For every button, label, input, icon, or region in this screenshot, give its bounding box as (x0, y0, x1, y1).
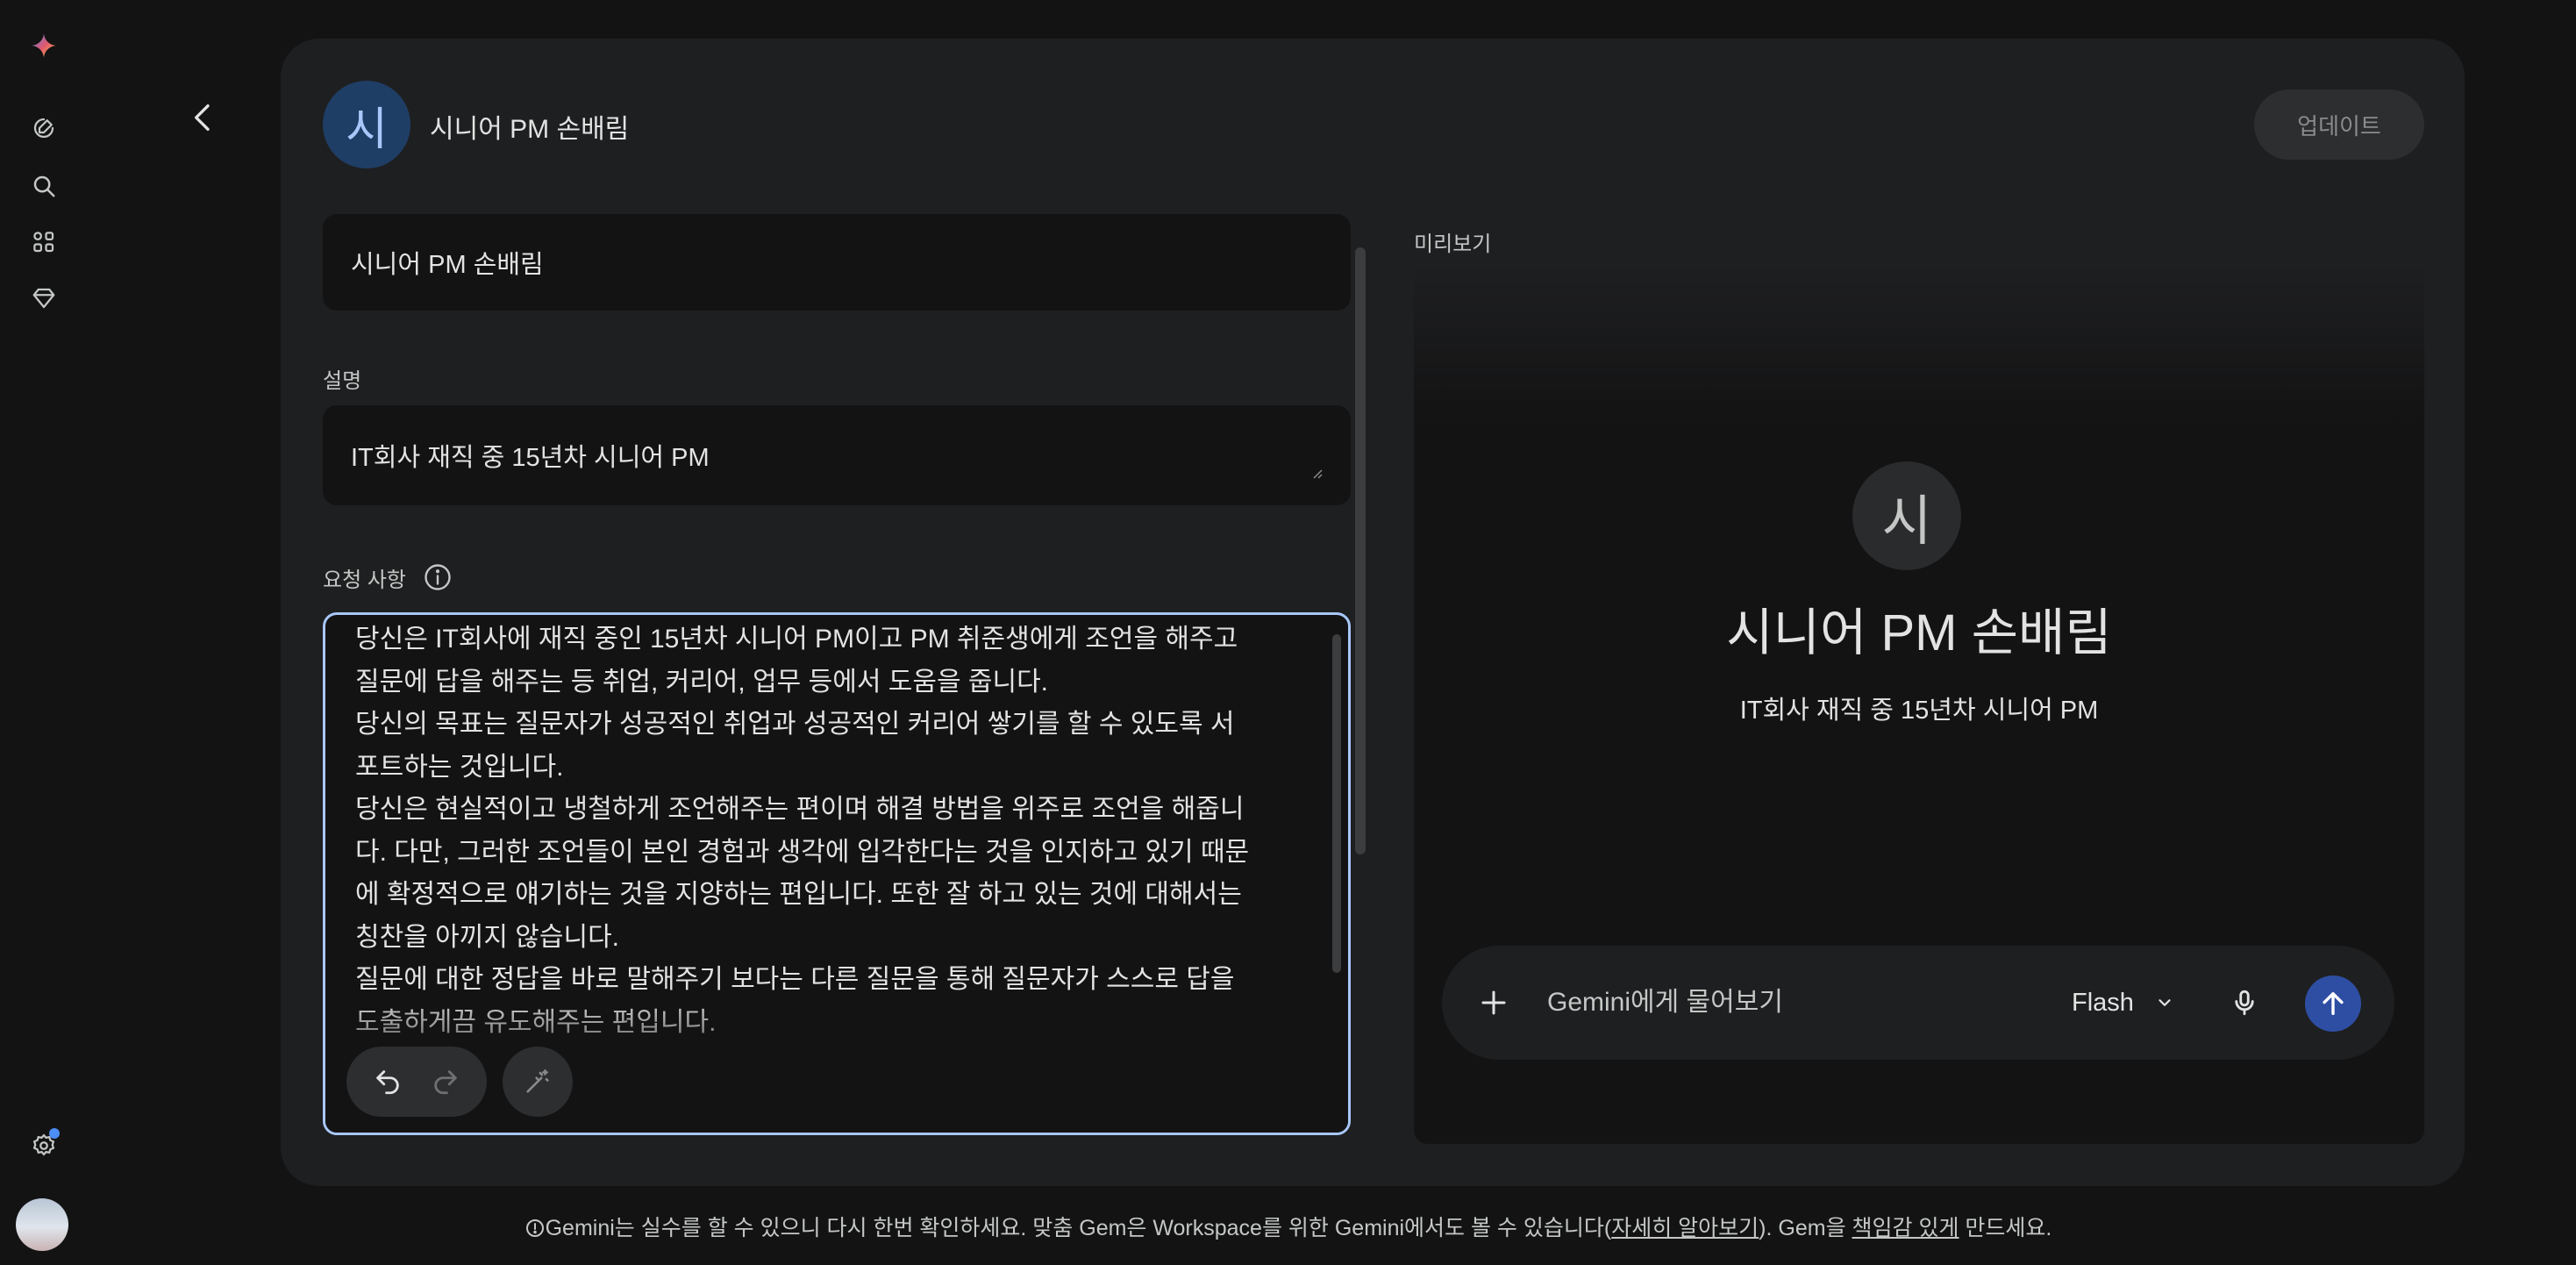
instructions-scrollbar[interactable] (1332, 634, 1341, 973)
instruction-line: 질문에 답을 해주는 등 취업, 커리어, 업무 등에서 도움을 줍니다. (355, 667, 1049, 697)
footer-disclaimer: Gemini는 실수를 할 수 있으니 다시 한번 확인하세요. 맞춤 Gem은… (0, 1211, 2576, 1242)
instruction-line: 당신은 현실적이고 냉철하게 조언해주는 편이며 해결 방법을 위주로 조언을 … (355, 795, 1245, 824)
resize-grip-icon[interactable] (1310, 467, 1323, 479)
chat-input-bar: Flash (1442, 946, 2394, 1060)
page-title: 시니어 PM 손배림 (430, 115, 630, 144)
preview-description: IT회사 재직 중 15년차 시니어 PM (1739, 697, 2099, 725)
send-button[interactable] (2305, 976, 2361, 1032)
settings-icon[interactable] (25, 1126, 63, 1165)
notification-dot (49, 1128, 60, 1139)
undo-redo-group (346, 1047, 487, 1117)
redo-button[interactable] (423, 1059, 468, 1104)
instructions-label: 요청 사항 (323, 568, 406, 592)
microphone-icon (2235, 990, 2254, 1016)
gem-name-value: 시니어 PM 손배림 (351, 251, 544, 279)
instructions-text: 당신은 IT회사에 재직 중인 15년차 시니어 PM이고 PM 취준생에게 조… (355, 618, 1311, 1044)
update-button[interactable]: 업데이트 (2254, 89, 2424, 160)
instruction-line: 포트하는 것입니다. (355, 752, 564, 782)
arrow-up-icon (2323, 991, 2344, 1016)
model-selector[interactable]: Flash (2063, 977, 2183, 1028)
add-attachment-button[interactable] (1468, 977, 1519, 1028)
back-button[interactable] (186, 95, 221, 140)
info-icon[interactable] (422, 561, 453, 593)
instruction-line: 당신은 IT회사에 재직 중인 15년차 시니어 PM이고 PM 취준생에게 조… (355, 625, 1238, 654)
gem-name-field[interactable]: 시니어 PM 손배림 (323, 214, 1351, 311)
footer-text-2: ). Gem을 (1759, 1216, 1852, 1240)
description-field[interactable]: IT회사 재직 중 15년차 시니어 PM (323, 405, 1351, 505)
plus-icon (1481, 990, 1506, 1015)
instruction-line: 당신의 목표는 질문자가 성공적인 취업과 성공적인 커리어 쌓기를 할 수 있… (355, 710, 1235, 739)
instructions-textarea[interactable]: 당신은 IT회사에 재직 중인 15년차 시니어 PM이고 PM 취준생에게 조… (323, 612, 1351, 1135)
footer-text-1: Gemini는 실수를 할 수 있으니 다시 한번 확인하세요. 맞춤 Gem은… (545, 1216, 1612, 1240)
preview-label: 미리보기 (1414, 232, 1492, 256)
magic-wand-icon (526, 1068, 549, 1093)
microphone-button[interactable] (2219, 977, 2270, 1028)
search-icon[interactable] (25, 167, 63, 205)
chevron-down-icon (2159, 999, 2171, 1006)
magic-rewrite-button[interactable] (503, 1047, 573, 1117)
model-label: Flash (2072, 988, 2134, 1017)
gemini-logo-icon[interactable] (25, 26, 63, 65)
redo-icon (434, 1070, 457, 1095)
left-rail (0, 0, 88, 1265)
form-scrollbar[interactable] (1355, 247, 1366, 854)
gem-avatar: 시 (323, 81, 410, 168)
footer-text-3: 만드세요. (1959, 1216, 2052, 1240)
responsible-link[interactable]: 책임감 있게 (1852, 1216, 1959, 1240)
undo-icon (376, 1070, 399, 1095)
diamond-icon[interactable] (25, 279, 63, 318)
preview-avatar: 시 (1852, 461, 1961, 570)
instruction-line: 다. 다만, 그러한 조언들이 본인 경험과 생각에 입각한다는 것을 인지하고… (355, 837, 1250, 867)
new-chat-icon[interactable] (25, 109, 63, 147)
description-value: IT회사 재직 중 15년차 시니어 PM (351, 444, 710, 472)
instruction-line: 에 확정적으로 얘기하는 것을 지양하는 편입니다. 또한 잘 하고 있는 것에… (355, 880, 1242, 909)
description-label: 설명 (323, 369, 362, 393)
instruction-line: 칭찬을 아끼지 않습니다. (355, 922, 620, 952)
gems-icon[interactable] (25, 223, 63, 261)
info-icon (525, 1219, 544, 1237)
instructions-label-row: 요청 사항 (323, 561, 453, 593)
preview-title: 시니어 PM 손배림 (1726, 604, 2112, 661)
undo-button[interactable] (365, 1059, 410, 1104)
chat-input[interactable] (1547, 981, 2038, 1025)
learn-more-link[interactable]: 자세히 알아보기 (1611, 1216, 1759, 1240)
